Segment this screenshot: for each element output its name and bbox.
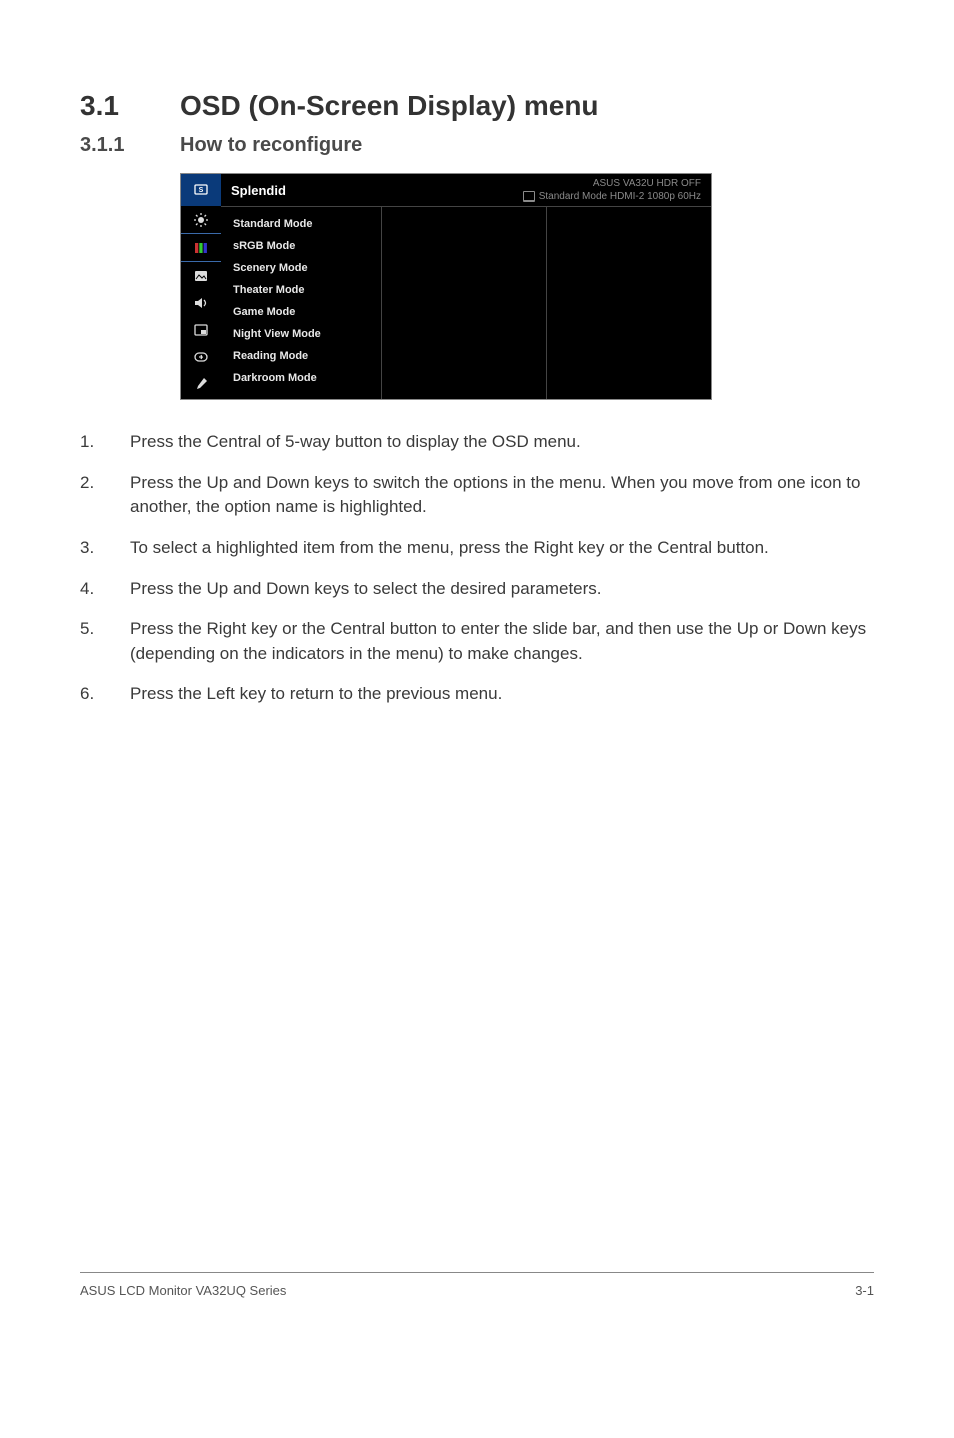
- heading-title: OSD (On-Screen Display) menu: [180, 90, 599, 122]
- instruction-text: Press the Right key or the Central butto…: [130, 617, 874, 666]
- instruction-number: 3.: [80, 536, 130, 561]
- osd-title: Splendid: [231, 183, 286, 198]
- osd-body: Splendid ASUS VA32U HDR OFF Standard Mod…: [221, 174, 711, 399]
- osd-brand-line: ASUS VA32U HDR OFF: [523, 177, 701, 190]
- instruction-number: 4.: [80, 577, 130, 602]
- instruction-number: 6.: [80, 682, 130, 707]
- instruction-item: 3. To select a highlighted item from the…: [80, 536, 874, 561]
- instruction-text: Press the Left key to return to the prev…: [130, 682, 874, 707]
- osd-mode-item: sRGB Mode: [221, 235, 381, 257]
- footer-page-number: 3-1: [855, 1283, 874, 1298]
- instruction-number: 5.: [80, 617, 130, 666]
- settings-icon: [181, 370, 221, 397]
- svg-text:S: S: [199, 187, 204, 194]
- instruction-number: 2.: [80, 471, 130, 520]
- splendid-icon: S: [181, 174, 221, 206]
- instruction-text: Press the Up and Down keys to switch the…: [130, 471, 874, 520]
- instruction-item: 4. Press the Up and Down keys to select …: [80, 577, 874, 602]
- osd-mode-item: Night View Mode: [221, 323, 381, 345]
- instruction-text: Press the Central of 5-way button to dis…: [130, 430, 874, 455]
- heading-number: 3.1: [80, 90, 180, 122]
- osd-mode-list: Standard Mode sRGB Mode Scenery Mode The…: [221, 207, 382, 399]
- heading-section: 3.1 OSD (On-Screen Display) menu: [80, 90, 874, 122]
- instruction-item: 5. Press the Right key or the Central bu…: [80, 617, 874, 666]
- image-icon: [181, 262, 221, 289]
- osd-mode-item: Reading Mode: [221, 345, 381, 367]
- subheading-section: 3.1.1 How to reconfigure: [80, 134, 874, 157]
- subheading-number: 3.1.1: [80, 134, 180, 157]
- osd-mode-item: Game Mode: [221, 301, 381, 323]
- input-icon: [181, 343, 221, 370]
- brightness-icon: [181, 206, 221, 233]
- osd-figure: S: [180, 173, 874, 400]
- osd-pane-middle: [382, 207, 547, 399]
- osd-status: ASUS VA32U HDR OFF Standard Mode HDMI-2 …: [523, 177, 701, 203]
- osd-pane-right: [547, 207, 711, 399]
- instruction-text: Press the Up and Down keys to select the…: [130, 577, 874, 602]
- footer-left: ASUS LCD Monitor VA32UQ Series: [80, 1283, 286, 1298]
- osd-header: Splendid ASUS VA32U HDR OFF Standard Mod…: [221, 174, 711, 207]
- osd-mode-item: Standard Mode: [221, 213, 381, 235]
- osd-content: Standard Mode sRGB Mode Scenery Mode The…: [221, 207, 711, 399]
- instruction-item: 1. Press the Central of 5-way button to …: [80, 430, 874, 455]
- osd-mode-item: Scenery Mode: [221, 257, 381, 279]
- page: 3.1 OSD (On-Screen Display) menu 3.1.1 H…: [0, 0, 954, 1338]
- osd-mode-item: Darkroom Mode: [221, 367, 381, 389]
- instruction-item: 2. Press the Up and Down keys to switch …: [80, 471, 874, 520]
- subheading-title: How to reconfigure: [180, 134, 362, 157]
- pip-icon: [181, 316, 221, 343]
- osd-status-line: Standard Mode HDMI-2 1080p 60Hz: [539, 190, 701, 203]
- page-footer: ASUS LCD Monitor VA32UQ Series 3-1: [80, 1272, 874, 1338]
- osd-status-row: Standard Mode HDMI-2 1080p 60Hz: [523, 190, 701, 203]
- osd-mode-item: Theater Mode: [221, 279, 381, 301]
- instruction-number: 1.: [80, 430, 130, 455]
- monitor-icon: [523, 191, 535, 202]
- sound-icon: [181, 289, 221, 316]
- color-icon: [181, 233, 221, 262]
- osd-menu: S: [180, 173, 712, 400]
- instruction-item: 6. Press the Left key to return to the p…: [80, 682, 874, 707]
- instructions-list: 1. Press the Central of 5-way button to …: [80, 430, 874, 707]
- osd-sidebar: S: [181, 174, 221, 399]
- instruction-text: To select a highlighted item from the me…: [130, 536, 874, 561]
